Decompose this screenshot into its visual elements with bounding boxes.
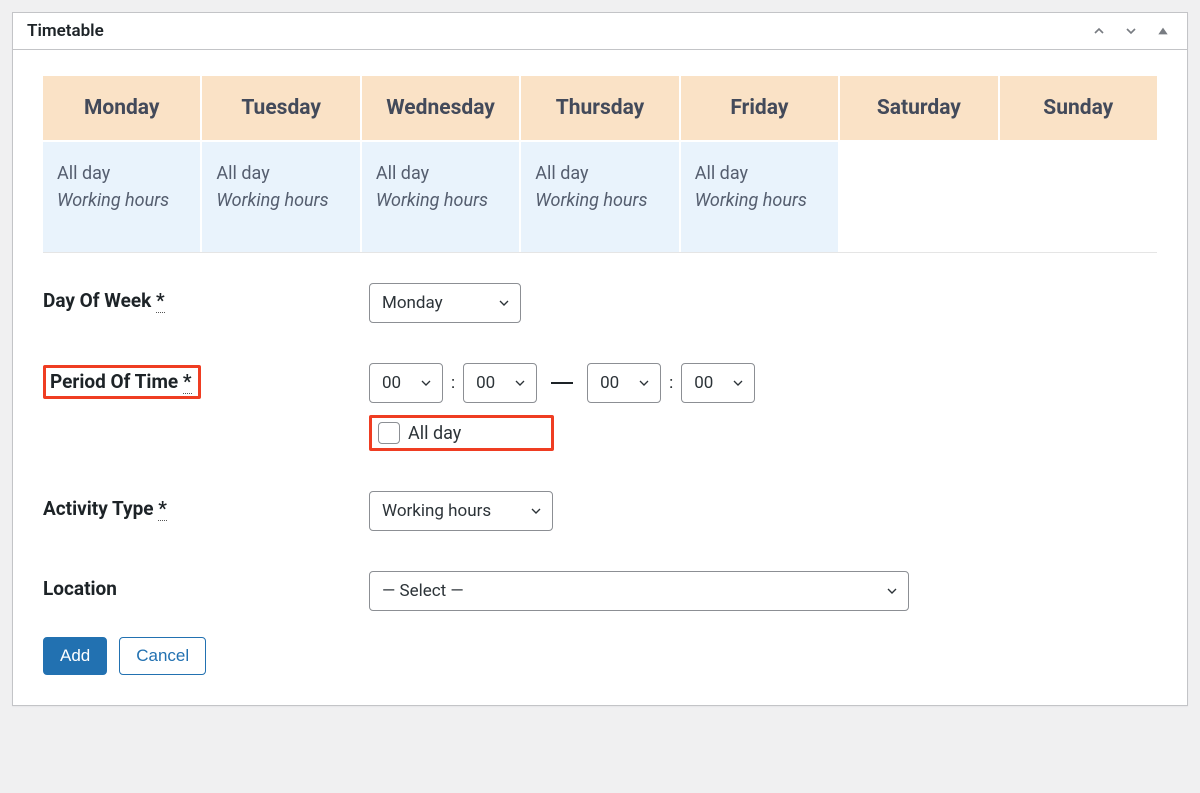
- day-header: Wednesday: [362, 76, 519, 140]
- all-day-label: All day: [408, 423, 461, 444]
- label-location: Location: [43, 571, 369, 600]
- panel-header: Timetable: [13, 13, 1187, 50]
- chevron-down-icon: [496, 295, 512, 311]
- day-header: Thursday: [521, 76, 678, 140]
- to-hour-select[interactable]: 00: [587, 363, 661, 403]
- chevron-down-icon: [730, 375, 746, 391]
- timetable-grid: Monday Tuesday Wednesday Thursday Friday…: [43, 76, 1157, 252]
- cancel-button[interactable]: Cancel: [119, 637, 206, 675]
- row-activity-type: Activity Type * Working hours: [43, 491, 1157, 531]
- panel-collapse-icon[interactable]: [1153, 21, 1173, 41]
- cell-status: Working hours: [535, 187, 666, 214]
- chevron-down-icon: [884, 583, 900, 599]
- add-button[interactable]: Add: [43, 637, 107, 675]
- cell-status: Working hours: [695, 187, 826, 214]
- cell-status: Working hours: [216, 187, 347, 214]
- day-header: Friday: [681, 76, 838, 140]
- to-minute-select[interactable]: 00: [681, 363, 755, 403]
- label-activity-type: Activity Type *: [43, 491, 369, 520]
- timetable-cell-empty[interactable]: [1000, 142, 1157, 252]
- time-range-row: 00 : 00 00: [369, 363, 1157, 403]
- time-colon: :: [451, 373, 455, 393]
- cell-time: All day: [535, 160, 666, 187]
- timetable-cell[interactable]: All day Working hours: [681, 142, 838, 252]
- row-day-of-week: Day Of Week * Monday: [43, 283, 1157, 323]
- chevron-down-icon: [636, 375, 652, 391]
- highlight-all-day: All day: [369, 415, 554, 451]
- row-period-of-time: Period Of Time * 00 : 00: [43, 363, 1157, 451]
- day-header: Tuesday: [202, 76, 359, 140]
- required-mark: *: [156, 289, 165, 313]
- timetable-cell-empty[interactable]: [840, 142, 997, 252]
- chevron-down-icon: [418, 375, 434, 391]
- panel-title: Timetable: [27, 21, 104, 41]
- cell-time: All day: [57, 160, 188, 187]
- chevron-down-icon: [528, 503, 544, 519]
- label-day-of-week: Day Of Week *: [43, 283, 369, 312]
- location-select[interactable]: — Select —: [369, 571, 909, 611]
- cell-time: All day: [376, 160, 507, 187]
- all-day-checkbox[interactable]: [378, 422, 400, 444]
- panel-controls: [1089, 21, 1173, 41]
- button-row: Add Cancel: [43, 637, 1157, 675]
- cell-status: Working hours: [376, 187, 507, 214]
- panel-move-up-icon[interactable]: [1089, 21, 1109, 41]
- day-header: Saturday: [840, 76, 997, 140]
- timetable-panel: Timetable Monday Tuesday Wednesday Thurs…: [12, 12, 1188, 706]
- timetable-cell[interactable]: All day Working hours: [202, 142, 359, 252]
- chevron-down-icon: [512, 375, 528, 391]
- day-header: Sunday: [1000, 76, 1157, 140]
- divider: [43, 252, 1157, 253]
- required-mark: *: [183, 370, 192, 394]
- day-header: Monday: [43, 76, 200, 140]
- from-hour-select[interactable]: 00: [369, 363, 443, 403]
- panel-move-down-icon[interactable]: [1121, 21, 1141, 41]
- label-period-of-time: Period Of Time *: [43, 363, 369, 399]
- timetable-cell[interactable]: All day Working hours: [521, 142, 678, 252]
- cell-time: All day: [216, 160, 347, 187]
- time-colon: :: [669, 373, 673, 393]
- timetable-cell[interactable]: All day Working hours: [43, 142, 200, 252]
- all-day-wrap: All day: [369, 415, 1157, 451]
- highlight-period-label: Period Of Time *: [43, 365, 201, 399]
- timetable-cell[interactable]: All day Working hours: [362, 142, 519, 252]
- row-location: Location — Select —: [43, 571, 1157, 611]
- from-minute-select[interactable]: 00: [463, 363, 537, 403]
- panel-body: Monday Tuesday Wednesday Thursday Friday…: [13, 50, 1187, 705]
- activity-type-select[interactable]: Working hours: [369, 491, 553, 531]
- cell-time: All day: [695, 160, 826, 187]
- day-of-week-select[interactable]: Monday: [369, 283, 521, 323]
- required-mark: *: [158, 497, 167, 521]
- cell-status: Working hours: [57, 187, 188, 214]
- time-range-dash: [551, 382, 573, 384]
